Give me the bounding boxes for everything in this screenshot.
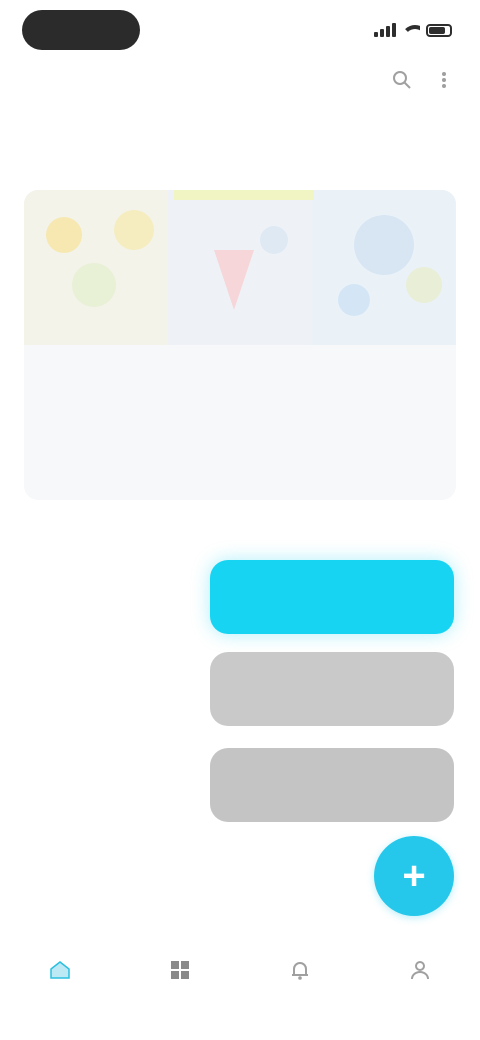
home-icon	[46, 956, 74, 984]
secondary-button[interactable]	[210, 652, 454, 726]
status-icons	[374, 22, 452, 38]
featured-card[interactable]	[24, 190, 456, 500]
bell-icon	[286, 956, 314, 984]
header-actions	[390, 68, 456, 92]
nav-item-notifications[interactable]	[240, 930, 360, 1040]
bottom-nav	[0, 930, 480, 1040]
card-image	[24, 190, 456, 345]
nav-item-home[interactable]	[0, 930, 120, 1040]
add-fab-button[interactable]: +	[374, 836, 454, 916]
plus-icon: +	[402, 853, 426, 898]
primary-button[interactable]	[210, 560, 454, 634]
grid-icon	[166, 956, 194, 984]
tertiary-button[interactable]	[210, 748, 454, 822]
status-bar	[0, 0, 480, 62]
nav-item-profile[interactable]	[360, 930, 480, 1040]
signal-icon	[374, 23, 396, 37]
search-icon[interactable]	[390, 68, 414, 92]
wifi-icon	[402, 23, 420, 37]
battery-icon	[426, 23, 452, 37]
more-icon[interactable]	[432, 68, 456, 92]
nav-item-grid[interactable]	[120, 930, 240, 1040]
status-time	[22, 10, 140, 50]
profile-icon	[406, 956, 434, 984]
